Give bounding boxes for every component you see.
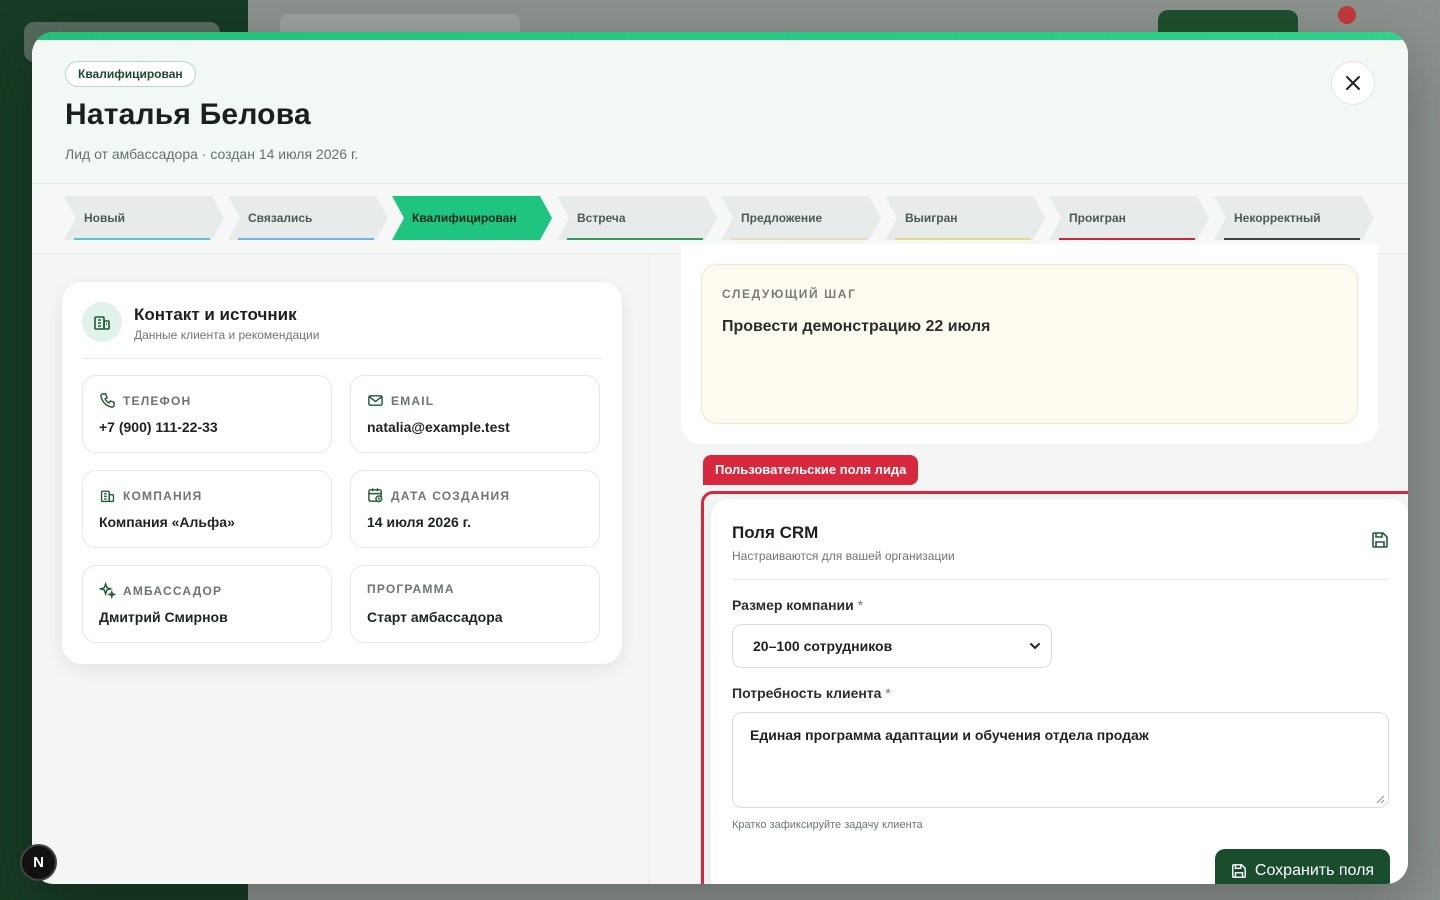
stage-label: Некорректный — [1234, 211, 1321, 225]
card-title: Контакт и источник — [134, 305, 297, 324]
stage-underline — [238, 238, 374, 240]
ambassador-tile[interactable]: АМБАССАДОР Дмитрий Смирнов — [82, 565, 332, 643]
company-size-select[interactable]: 20–100 сотрудников — [732, 624, 1052, 668]
stage-underline — [895, 238, 1031, 240]
phone-icon — [100, 393, 115, 408]
stage-invalid[interactable]: Некорректный — [1214, 196, 1374, 240]
building-icon — [100, 490, 115, 503]
tile-label: EMAIL — [367, 392, 434, 409]
stage-meeting[interactable]: Встреча — [557, 196, 717, 240]
company-size-value: 20–100 сотрудников — [753, 638, 893, 654]
program-tile[interactable]: ПРОГРАММА Старт амбассадора — [350, 565, 600, 643]
required-mark: * — [857, 597, 864, 613]
save-icon — [1231, 864, 1246, 878]
next-step-box: СЛЕДУЮЩИЙ ШАГ Провести демонстрацию 22 и… — [701, 264, 1358, 424]
close-icon — [1346, 76, 1360, 90]
stage-label: Выигран — [905, 211, 958, 225]
client-need-label: Потребность клиента * — [732, 685, 891, 701]
crm-subtitle: Настраиваются для вашей организации — [732, 549, 955, 563]
sparkle-icon — [99, 582, 116, 599]
crm-fields-card: Поля CRM Настраиваются для вашей организ… — [711, 499, 1408, 884]
stage-label: Предложение — [741, 211, 823, 225]
lead-name: Наталья Белова — [65, 98, 311, 131]
stage-new[interactable]: Новый — [64, 196, 224, 240]
stage-label: Новый — [84, 211, 125, 225]
required-mark: * — [885, 685, 891, 701]
calendar-icon — [368, 488, 383, 503]
left-column: Контакт и источник Данные клиента и реко… — [32, 254, 650, 884]
company-value: Компания «Альфа» — [99, 514, 235, 530]
divider — [732, 579, 1389, 580]
modal-header: Квалифицирован Наталья Белова Лид от амб… — [32, 40, 1408, 184]
dev-tools-badge[interactable]: N — [20, 844, 57, 881]
save-fields-button[interactable]: Сохранить поля — [1215, 849, 1390, 884]
right-column: СЛЕДУЮЩИЙ ШАГ Провести демонстрацию 22 и… — [651, 244, 1408, 884]
tile-label-text: ТЕЛЕФОН — [123, 393, 192, 408]
tile-label: ТЕЛЕФОН — [99, 392, 191, 409]
card-subtitle: Данные клиента и рекомендации — [134, 328, 320, 342]
stage-underline — [74, 238, 210, 240]
stage-label: Квалифицирован — [412, 211, 517, 225]
stage-contacted[interactable]: Связались — [228, 196, 388, 240]
contact-card: Контакт и источник Данные клиента и реко… — [62, 282, 622, 664]
stage-lost[interactable]: Проигран — [1049, 196, 1209, 240]
divider — [82, 358, 602, 359]
modal-accent-bar — [32, 32, 1408, 40]
save-fields-label: Сохранить поля — [1254, 862, 1375, 879]
lead-subtitle: Лид от амбассадора · создан 14 июля 2026… — [65, 146, 359, 162]
next-step-text: Провести демонстрацию 22 июля — [722, 318, 991, 335]
email-value: natalia@example.test — [367, 419, 510, 435]
stage-label: Связались — [248, 211, 313, 225]
created-date-value: 14 июля 2026 г. — [367, 514, 471, 530]
next-step-card: СЛЕДУЮЩИЙ ШАГ Провести демонстрацию 22 и… — [681, 244, 1378, 444]
resize-handle-icon[interactable] — [1375, 794, 1385, 804]
stage-underline — [567, 238, 703, 240]
status-badge: Квалифицирован — [65, 61, 196, 87]
client-need-label-text: Потребность клиента — [732, 685, 882, 701]
stage-won[interactable]: Выигран — [885, 196, 1045, 240]
custom-fields-tag: Пользовательские поля лида — [703, 455, 919, 485]
tile-label-text: КОМПАНИЯ — [123, 488, 203, 503]
crm-title: Поля CRM — [732, 523, 819, 542]
save-icon[interactable] — [1371, 531, 1391, 551]
stage-underline — [731, 238, 867, 240]
tile-label: АМБАССАДОР — [99, 582, 222, 599]
ambassador-value: Дмитрий Смирнов — [99, 609, 228, 625]
building-icon — [82, 302, 122, 342]
created-date-tile[interactable]: ДАТА СОЗДАНИЯ 14 июля 2026 г. — [350, 470, 600, 548]
company-tile[interactable]: КОМПАНИЯ Компания «Альфа» — [82, 470, 332, 548]
stage-underline — [1059, 238, 1195, 240]
tile-label-text: ПРОГРАММА — [367, 582, 455, 596]
client-need-value: Единая программа адаптации и обучения от… — [750, 727, 1149, 743]
stage-label: Встреча — [577, 211, 626, 225]
lead-modal: Квалифицирован Наталья Белова Лид от амб… — [32, 32, 1408, 884]
email-tile[interactable]: EMAIL natalia@example.test — [350, 375, 600, 453]
stage-qualified[interactable]: Квалифицирован — [392, 196, 552, 240]
chevron-down-icon — [1030, 643, 1040, 650]
stage-underline — [1224, 238, 1360, 240]
phone-tile[interactable]: ТЕЛЕФОН +7 (900) 111-22-33 — [82, 375, 332, 453]
background-notification-dot — [1338, 6, 1356, 24]
program-value: Старт амбассадора — [367, 609, 503, 625]
mail-icon — [368, 395, 383, 406]
tile-label: ПРОГРАММА — [367, 582, 455, 596]
tile-label-text: АМБАССАДОР — [123, 583, 223, 598]
phone-value: +7 (900) 111-22-33 — [99, 419, 218, 435]
client-need-textarea[interactable]: Единая программа адаптации и обучения от… — [732, 712, 1389, 808]
tile-label: КОМПАНИЯ — [99, 487, 202, 504]
tile-label: ДАТА СОЗДАНИЯ — [367, 487, 510, 504]
tile-label-text: ДАТА СОЗДАНИЯ — [391, 488, 511, 503]
stage-proposal[interactable]: Предложение — [721, 196, 881, 240]
company-size-label: Размер компании * — [732, 597, 863, 613]
tile-label-text: EMAIL — [391, 393, 435, 408]
close-button[interactable] — [1331, 61, 1375, 105]
company-size-label-text: Размер компании — [732, 597, 854, 613]
next-step-label: СЛЕДУЮЩИЙ ШАГ — [722, 287, 857, 301]
stage-label: Проигран — [1069, 211, 1126, 225]
client-need-hint: Кратко зафиксируйте задачу клиента — [732, 819, 923, 831]
